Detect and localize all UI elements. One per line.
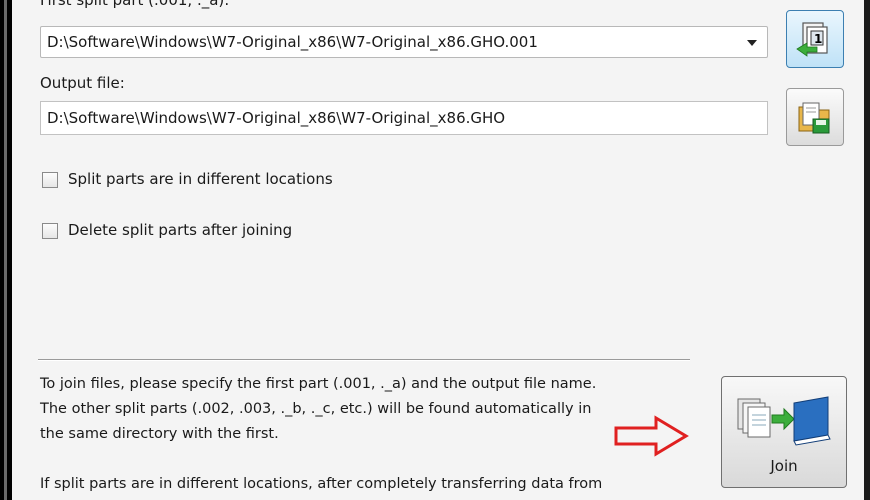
help-text-line: If split parts are in different location… (40, 476, 603, 492)
join-files-icon (737, 396, 831, 446)
red-arrow-icon (614, 415, 689, 457)
different-locations-label[interactable]: Split parts are in different locations (68, 170, 333, 188)
join-label: Join (770, 457, 798, 475)
output-file-input[interactable]: D:\Software\Windows\W7-Original_x86\W7-O… (40, 101, 768, 135)
delete-parts-checkbox[interactable] (42, 223, 58, 239)
first-part-label: First split part (.001, ._a): (40, 0, 230, 9)
divider (38, 359, 690, 361)
first-part-value: D:\Software\Windows\W7-Original_x86\W7-O… (47, 33, 538, 51)
window-frame-left (0, 0, 12, 500)
browse-first-part-button[interactable]: 1 (786, 10, 844, 68)
join-button[interactable]: Join (721, 376, 847, 488)
window-frame-right (864, 0, 870, 500)
help-text-line: the same directory with the first. (40, 426, 279, 442)
svg-text:1: 1 (814, 32, 822, 46)
save-output-icon (798, 102, 830, 134)
help-text-line: To join files, please specify the first … (40, 376, 597, 392)
first-part-combobox[interactable]: D:\Software\Windows\W7-Original_x86\W7-O… (40, 26, 768, 58)
output-file-label: Output file: (40, 74, 125, 92)
different-locations-checkbox[interactable] (42, 172, 58, 188)
delete-parts-label[interactable]: Delete split parts after joining (68, 221, 292, 239)
browse-output-button[interactable] (786, 88, 844, 146)
help-text-line: The other split parts (.002, .003, ._b, … (40, 401, 592, 417)
chevron-down-icon[interactable] (747, 40, 757, 46)
select-first-part-icon: 1 (796, 22, 828, 57)
output-file-value: D:\Software\Windows\W7-Original_x86\W7-O… (47, 109, 506, 127)
